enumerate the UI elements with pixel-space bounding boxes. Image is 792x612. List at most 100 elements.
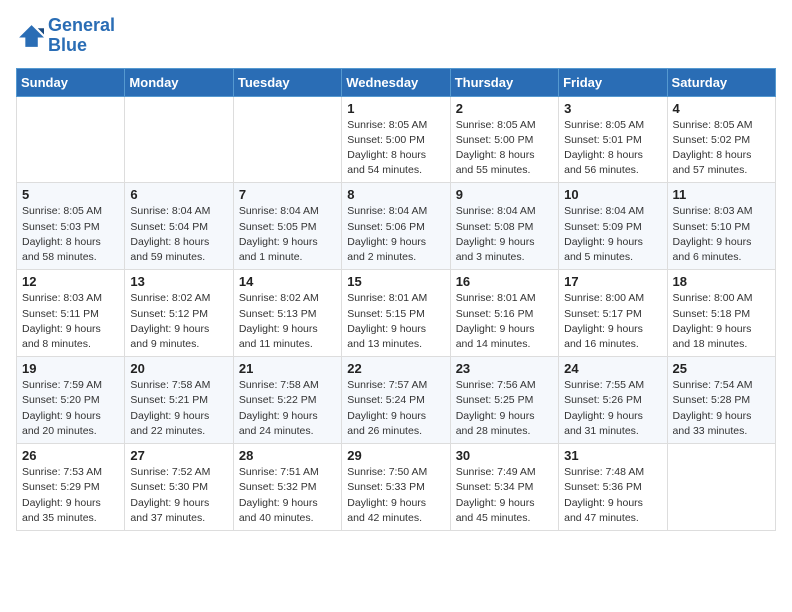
day-content: Sunrise: 7:53 AMSunset: 5:29 PMDaylight:… xyxy=(22,465,119,526)
day-number: 18 xyxy=(673,274,770,289)
header-day-friday: Friday xyxy=(559,68,667,96)
day-number: 20 xyxy=(130,361,227,376)
day-content: Sunrise: 8:02 AMSunset: 5:12 PMDaylight:… xyxy=(130,291,227,352)
day-content: Sunrise: 8:01 AMSunset: 5:15 PMDaylight:… xyxy=(347,291,444,352)
day-content: Sunrise: 8:00 AMSunset: 5:17 PMDaylight:… xyxy=(564,291,661,352)
header-day-sunday: Sunday xyxy=(17,68,125,96)
calendar-cell: 26 Sunrise: 7:53 AMSunset: 5:29 PMDayligh… xyxy=(17,444,125,531)
calendar-cell: 21 Sunrise: 7:58 AMSunset: 5:22 PMDayligh… xyxy=(233,357,341,444)
header-day-monday: Monday xyxy=(125,68,233,96)
day-number: 1 xyxy=(347,101,444,116)
day-content: Sunrise: 8:05 AMSunset: 5:03 PMDaylight:… xyxy=(22,204,119,265)
day-number: 7 xyxy=(239,187,336,202)
day-content: Sunrise: 8:05 AMSunset: 5:00 PMDaylight:… xyxy=(456,118,553,179)
day-number: 16 xyxy=(456,274,553,289)
day-content: Sunrise: 8:00 AMSunset: 5:18 PMDaylight:… xyxy=(673,291,770,352)
calendar-cell: 1 Sunrise: 8:05 AMSunset: 5:00 PMDaylight… xyxy=(342,96,450,183)
calendar-cell xyxy=(667,444,775,531)
day-number: 4 xyxy=(673,101,770,116)
calendar-week-row: 19Sunrise: 7:59 AMSunset: 5:20 PMDayligh… xyxy=(17,357,776,444)
day-content: Sunrise: 8:04 AMSunset: 5:04 PMDaylight:… xyxy=(130,204,227,265)
calendar-cell xyxy=(125,96,233,183)
day-content: Sunrise: 8:04 AMSunset: 5:09 PMDaylight:… xyxy=(564,204,661,265)
calendar-week-row: 1 Sunrise: 8:05 AMSunset: 5:00 PMDaylight… xyxy=(17,96,776,183)
calendar-cell: 22Sunrise: 7:57 AMSunset: 5:24 PMDayligh… xyxy=(342,357,450,444)
day-content: Sunrise: 8:04 AMSunset: 5:05 PMDaylight:… xyxy=(239,204,336,265)
day-number: 28 xyxy=(239,448,336,463)
calendar-cell: 14 Sunrise: 8:02 AMSunset: 5:13 PMDayligh… xyxy=(233,270,341,357)
calendar-cell: 9 Sunrise: 8:04 AMSunset: 5:08 PMDaylight… xyxy=(450,183,558,270)
calendar-cell: 20Sunrise: 7:58 AMSunset: 5:21 PMDayligh… xyxy=(125,357,233,444)
day-number: 13 xyxy=(130,274,227,289)
calendar-week-row: 26 Sunrise: 7:53 AMSunset: 5:29 PMDayligh… xyxy=(17,444,776,531)
day-content: Sunrise: 8:05 AMSunset: 5:00 PMDaylight:… xyxy=(347,118,444,179)
calendar-cell xyxy=(17,96,125,183)
day-number: 9 xyxy=(456,187,553,202)
day-content: Sunrise: 7:56 AMSunset: 5:25 PMDaylight:… xyxy=(456,378,553,439)
day-content: Sunrise: 7:59 AMSunset: 5:20 PMDaylight:… xyxy=(22,378,119,439)
day-content: Sunrise: 8:02 AMSunset: 5:13 PMDaylight:… xyxy=(239,291,336,352)
day-number: 14 xyxy=(239,274,336,289)
calendar-cell: 28 Sunrise: 7:51 AMSunset: 5:32 PMDayligh… xyxy=(233,444,341,531)
calendar-cell: 8 Sunrise: 8:04 AMSunset: 5:06 PMDaylight… xyxy=(342,183,450,270)
calendar-cell: 31Sunrise: 7:48 AMSunset: 5:36 PMDayligh… xyxy=(559,444,667,531)
day-content: Sunrise: 8:05 AMSunset: 5:02 PMDaylight:… xyxy=(673,118,770,179)
day-content: Sunrise: 8:04 AMSunset: 5:06 PMDaylight:… xyxy=(347,204,444,265)
day-number: 31 xyxy=(564,448,661,463)
logo-text: General Blue xyxy=(48,16,115,56)
day-content: Sunrise: 7:55 AMSunset: 5:26 PMDaylight:… xyxy=(564,378,661,439)
day-number: 11 xyxy=(673,187,770,202)
calendar-table: SundayMondayTuesdayWednesdayThursdayFrid… xyxy=(16,68,776,531)
calendar-cell xyxy=(233,96,341,183)
calendar-cell: 5 Sunrise: 8:05 AMSunset: 5:03 PMDaylight… xyxy=(17,183,125,270)
day-number: 15 xyxy=(347,274,444,289)
day-number: 30 xyxy=(456,448,553,463)
calendar-cell: 16 Sunrise: 8:01 AMSunset: 5:16 PMDayligh… xyxy=(450,270,558,357)
day-number: 2 xyxy=(456,101,553,116)
day-number: 27 xyxy=(130,448,227,463)
calendar-cell: 15 Sunrise: 8:01 AMSunset: 5:15 PMDayligh… xyxy=(342,270,450,357)
day-number: 29 xyxy=(347,448,444,463)
calendar-cell: 23 Sunrise: 7:56 AMSunset: 5:25 PMDayligh… xyxy=(450,357,558,444)
calendar-cell: 24 Sunrise: 7:55 AMSunset: 5:26 PMDayligh… xyxy=(559,357,667,444)
day-content: Sunrise: 8:03 AMSunset: 5:11 PMDaylight:… xyxy=(22,291,119,352)
day-number: 26 xyxy=(22,448,119,463)
day-number: 23 xyxy=(456,361,553,376)
calendar-cell: 17Sunrise: 8:00 AMSunset: 5:17 PMDayligh… xyxy=(559,270,667,357)
calendar-cell: 25 Sunrise: 7:54 AMSunset: 5:28 PMDayligh… xyxy=(667,357,775,444)
calendar-cell: 2 Sunrise: 8:05 AMSunset: 5:00 PMDaylight… xyxy=(450,96,558,183)
day-number: 5 xyxy=(22,187,119,202)
calendar-cell: 10 Sunrise: 8:04 AMSunset: 5:09 PMDayligh… xyxy=(559,183,667,270)
logo: General Blue xyxy=(16,16,115,56)
day-number: 24 xyxy=(564,361,661,376)
day-content: Sunrise: 8:03 AMSunset: 5:10 PMDaylight:… xyxy=(673,204,770,265)
day-content: Sunrise: 7:57 AMSunset: 5:24 PMDaylight:… xyxy=(347,378,444,439)
header-day-tuesday: Tuesday xyxy=(233,68,341,96)
day-content: Sunrise: 7:54 AMSunset: 5:28 PMDaylight:… xyxy=(673,378,770,439)
calendar-cell: 27Sunrise: 7:52 AMSunset: 5:30 PMDayligh… xyxy=(125,444,233,531)
calendar-cell: 30Sunrise: 7:49 AMSunset: 5:34 PMDayligh… xyxy=(450,444,558,531)
day-number: 12 xyxy=(22,274,119,289)
day-number: 21 xyxy=(239,361,336,376)
day-content: Sunrise: 8:05 AMSunset: 5:01 PMDaylight:… xyxy=(564,118,661,179)
day-content: Sunrise: 8:04 AMSunset: 5:08 PMDaylight:… xyxy=(456,204,553,265)
day-number: 25 xyxy=(673,361,770,376)
calendar-week-row: 5 Sunrise: 8:05 AMSunset: 5:03 PMDaylight… xyxy=(17,183,776,270)
day-number: 8 xyxy=(347,187,444,202)
header-day-saturday: Saturday xyxy=(667,68,775,96)
day-number: 3 xyxy=(564,101,661,116)
day-content: Sunrise: 7:58 AMSunset: 5:22 PMDaylight:… xyxy=(239,378,336,439)
calendar-body: 1 Sunrise: 8:05 AMSunset: 5:00 PMDaylight… xyxy=(17,96,776,530)
header-day-wednesday: Wednesday xyxy=(342,68,450,96)
calendar-cell: 12 Sunrise: 8:03 AMSunset: 5:11 PMDayligh… xyxy=(17,270,125,357)
page-header: General Blue xyxy=(16,16,776,56)
day-content: Sunrise: 8:01 AMSunset: 5:16 PMDaylight:… xyxy=(456,291,553,352)
calendar-cell: 4 Sunrise: 8:05 AMSunset: 5:02 PMDaylight… xyxy=(667,96,775,183)
day-number: 10 xyxy=(564,187,661,202)
calendar-cell: 18 Sunrise: 8:00 AMSunset: 5:18 PMDayligh… xyxy=(667,270,775,357)
calendar-week-row: 12 Sunrise: 8:03 AMSunset: 5:11 PMDayligh… xyxy=(17,270,776,357)
calendar-cell: 7 Sunrise: 8:04 AMSunset: 5:05 PMDaylight… xyxy=(233,183,341,270)
calendar-cell: 29Sunrise: 7:50 AMSunset: 5:33 PMDayligh… xyxy=(342,444,450,531)
day-content: Sunrise: 7:51 AMSunset: 5:32 PMDaylight:… xyxy=(239,465,336,526)
header-day-thursday: Thursday xyxy=(450,68,558,96)
